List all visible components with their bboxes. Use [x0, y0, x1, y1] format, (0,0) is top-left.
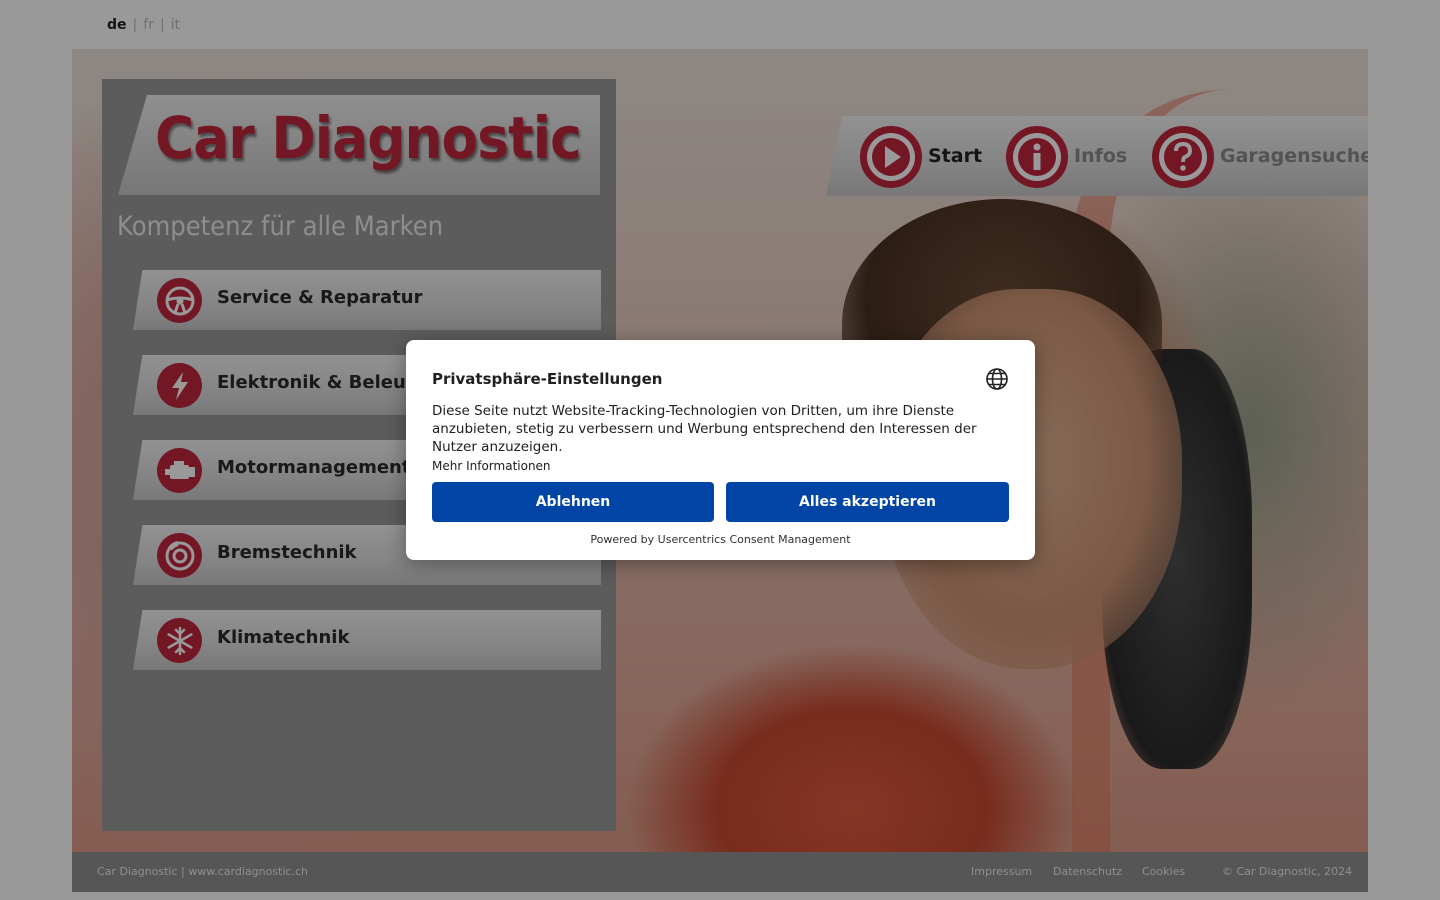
more-info-link[interactable]: Mehr Informationen	[432, 459, 551, 473]
powered-by-text: Powered by Usercentrics Consent Manageme…	[590, 533, 851, 546]
globe-icon[interactable]	[985, 367, 1009, 391]
deny-button[interactable]: Ablehnen	[432, 482, 714, 522]
accept-all-button[interactable]: Alles akzeptieren	[726, 482, 1009, 522]
consent-dialog: Privatsphäre-Einstellungen Diese Seite n…	[406, 340, 1035, 560]
consent-title: Privatsphäre-Einstellungen	[432, 370, 663, 388]
consent-description: Diese Seite nutzt Website-Tracking-Techn…	[432, 403, 977, 455]
